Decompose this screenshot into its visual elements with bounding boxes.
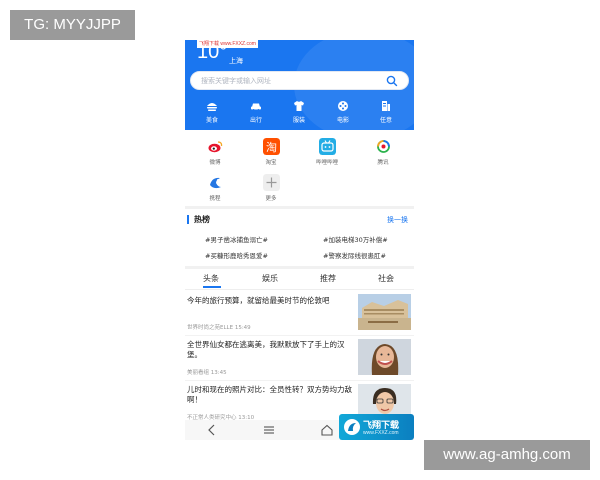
category-food[interactable]: 美食 [192, 100, 232, 126]
tab-headlines[interactable]: 头条 [203, 273, 219, 284]
home-icon[interactable] [320, 423, 334, 437]
header: 10° 飞翔下载 www.FXXZ.com 上海 搜索关键字或输入网址 美食 出… [185, 40, 414, 130]
hot-item[interactable]: #警察发际线很患肛# [323, 250, 386, 260]
hot-item[interactable]: #加装电梯30万补偿# [323, 234, 388, 244]
weibo-icon [206, 138, 224, 155]
tencent-icon [374, 138, 392, 155]
search-input[interactable]: 搜索关键字或输入网址 [190, 71, 409, 90]
category-clothing[interactable]: 服装 [279, 100, 319, 126]
ctrip-icon [206, 174, 224, 191]
news-title[interactable]: 今年的旅行预算，就留给最美时节的伦敦吧 [187, 296, 352, 306]
site-logo: 飞翔下载 www.FXXZ.com [339, 414, 414, 440]
search-placeholder: 搜索关键字或输入网址 [201, 77, 271, 85]
london-building-image[interactable] [358, 294, 411, 330]
tab-recommended[interactable]: 推荐 [320, 273, 336, 284]
category-travel[interactable]: 出行 [236, 100, 276, 126]
hot-item[interactable]: #买糠形鹿晗秀恩爱# [205, 250, 268, 260]
app-weibo[interactable]: 微博 [193, 138, 237, 168]
logo-url: www.FXXZ.com [363, 430, 399, 436]
phone-screen: 10° 飞翔下载 www.FXXZ.com 上海 搜索关键字或输入网址 美食 出… [185, 40, 414, 440]
news-meta: 美丽看组 13:45 [187, 370, 227, 376]
site-logo-badge: 飞翔下载 www.FXXZ.com [197, 40, 258, 48]
news-meta: 世界时尚之苑ELLE 15:49 [187, 325, 251, 331]
back-icon[interactable] [205, 423, 219, 437]
section-divider [185, 206, 414, 209]
film-icon [338, 101, 348, 111]
taobao-icon: 淘 [262, 138, 280, 155]
shirt-icon [294, 101, 304, 111]
menu-icon[interactable] [262, 423, 276, 437]
hot-item[interactable]: #男子凿冰捕鱼溺亡# [205, 234, 268, 244]
news-title[interactable]: 全世界仙女都在逃离美，我默默放下了手上的汉堡。 [187, 340, 352, 360]
bilibili-icon [318, 138, 336, 155]
tab-entertainment[interactable]: 娱乐 [262, 273, 278, 284]
app-taobao[interactable]: 淘 淘宝 [249, 138, 293, 168]
weather-city[interactable]: 上海 [229, 56, 243, 66]
active-tab-indicator [203, 286, 221, 288]
category-row: 美食 出行 服装 电影 任意 [185, 100, 414, 126]
tab-society[interactable]: 社会 [378, 273, 394, 284]
woman-portrait-image[interactable] [358, 339, 411, 375]
app-tencent[interactable]: 腾讯 [361, 138, 405, 168]
tg-label: TG: MYYJJPP [10, 10, 135, 40]
app-more[interactable]: 更多 [249, 174, 293, 204]
news-title[interactable]: 儿时和现在的照片对比：全员性转？双方势均力敌啊！ [187, 385, 352, 405]
category-movie[interactable]: 电影 [323, 100, 363, 126]
hot-list-title: 热榜 [194, 215, 210, 224]
logo-icon [344, 419, 360, 435]
document-icon [382, 101, 390, 111]
app-bilibili[interactable]: 哔哩哔哩 [305, 138, 349, 168]
app-ctrip[interactable]: 携程 [193, 174, 237, 204]
category-any[interactable]: 任意 [366, 100, 406, 126]
plus-icon [262, 174, 280, 191]
watermark-url: www.ag-amhg.com [424, 440, 590, 470]
section-divider [185, 266, 414, 269]
search-icon[interactable] [386, 75, 398, 87]
refresh-hot-button[interactable]: 换一换 [387, 215, 408, 225]
food-icon [207, 103, 217, 111]
hot-accent-bar [187, 215, 189, 224]
car-icon [251, 103, 261, 111]
svg-text:淘: 淘 [266, 141, 277, 154]
